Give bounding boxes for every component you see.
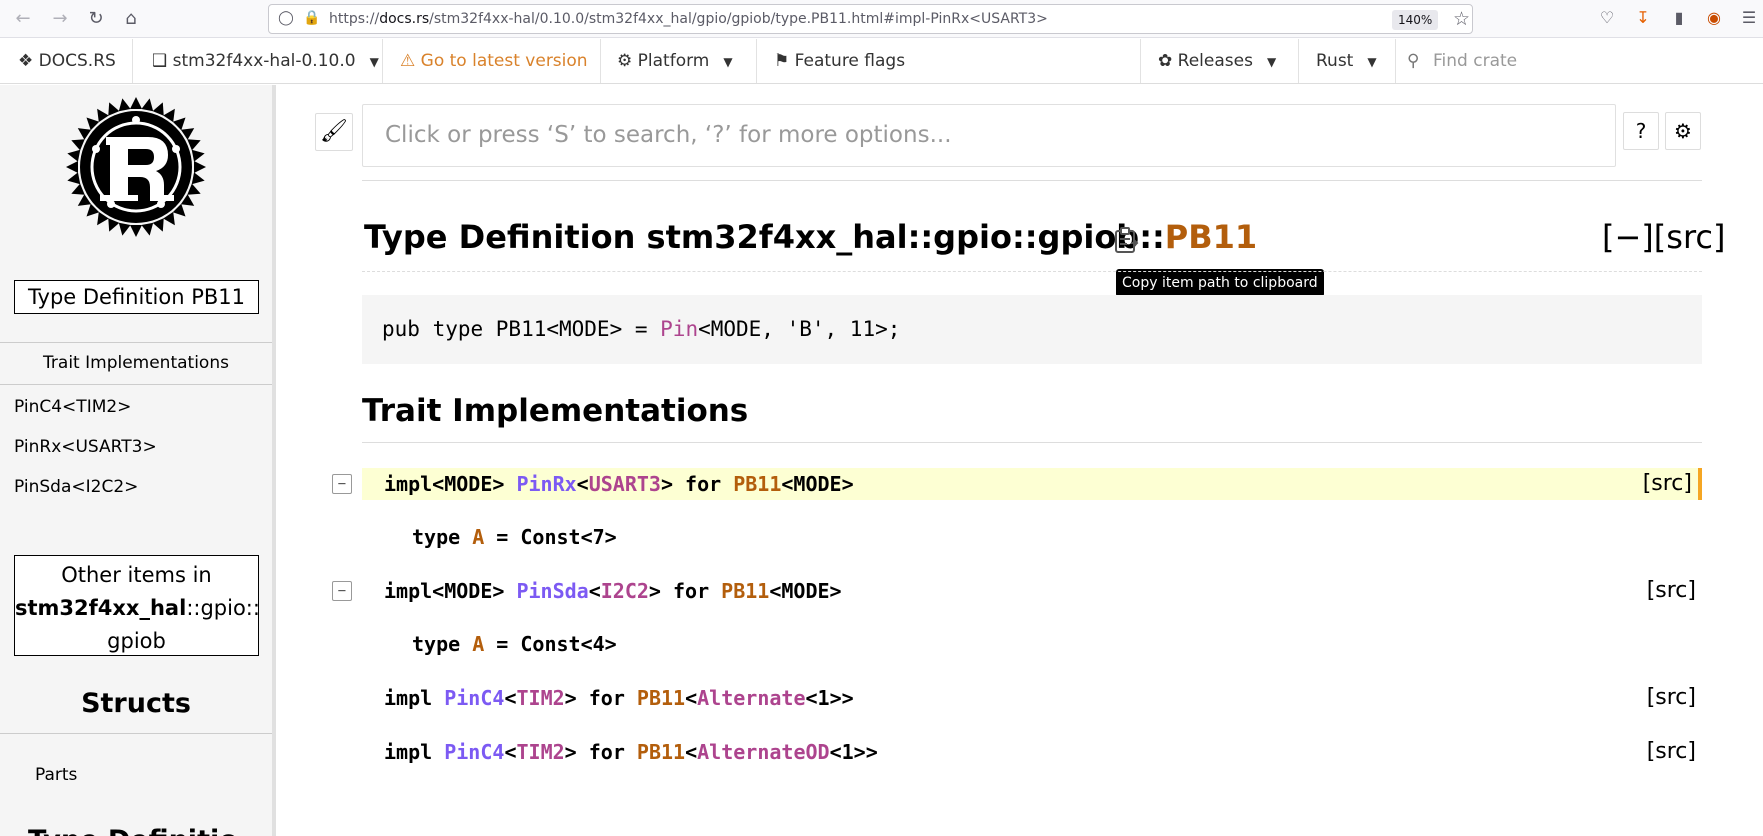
type-link[interactable]: PB11 xyxy=(637,686,685,710)
find-crate-input[interactable]: Find crate xyxy=(1433,39,1733,83)
browser-toolbar: ← → ↻ ⌂ ◯ 🔒 https://docs.rs/stm32f4xx-ha… xyxy=(0,0,1763,38)
src-link[interactable]: [src] xyxy=(1647,736,1696,768)
platform-menu[interactable]: ⚙ Platform ▼ xyxy=(617,39,733,83)
search-input[interactable]: Click or press ‘S’ to search, ‘?’ for mo… xyxy=(362,104,1616,167)
rust-logo-icon[interactable] xyxy=(66,97,206,237)
forward-arrow-icon[interactable]: → xyxy=(49,8,71,30)
sidebar: Type Definition PB11 Trait Implementatio… xyxy=(0,85,276,836)
url-text[interactable]: https://docs.rs/stm32f4xx-hal/0.10.0/stm… xyxy=(329,11,1048,27)
warning-icon: ⚠ xyxy=(400,51,421,71)
feature-flags-link[interactable]: ⚑ Feature flags xyxy=(774,39,905,83)
impl-row-pinsda: impl<MODE> PinSda<I2C2> for PB11<MODE> [… xyxy=(362,575,1702,607)
lock-icon[interactable]: 🔒 xyxy=(303,10,321,28)
theme-picker-brush-icon[interactable]: 🖌 xyxy=(315,113,353,151)
collapse-toggle[interactable]: − xyxy=(332,581,352,601)
struct-link[interactable]: TIM2 xyxy=(516,740,564,764)
zoom-level-badge[interactable]: 140% xyxy=(1392,10,1439,30)
sidebar-type-defs-heading[interactable]: Type Definitio xyxy=(28,825,238,836)
gears-icon: ⚙ xyxy=(617,51,638,71)
type-link[interactable]: PB11 xyxy=(733,472,781,496)
struct-link[interactable]: Alternate xyxy=(697,686,805,710)
type-link[interactable]: PB11 xyxy=(637,740,685,764)
trait-link[interactable]: PinC4 xyxy=(444,686,504,710)
pin-link[interactable]: Pin xyxy=(660,317,698,341)
cube-icon: ❑ xyxy=(152,51,173,71)
type-declaration: pub type PB11<MODE> = Pin<MODE, 'B', 11>… xyxy=(362,295,1702,364)
trait-link[interactable]: PinC4 xyxy=(444,740,504,764)
src-link[interactable]: [src] xyxy=(1643,468,1692,500)
library-icon[interactable]: ▮ xyxy=(1668,8,1690,27)
sidebar-item-pinrx[interactable]: PinRx<USART3> xyxy=(14,437,157,457)
assoc-type-row: type A = Const<4> xyxy=(412,632,617,656)
trait-implementations-heading[interactable]: Trait Implementations xyxy=(362,393,748,429)
sidebar-item-parts[interactable]: Parts xyxy=(35,765,77,785)
sidebar-structs-heading[interactable]: Structs xyxy=(0,688,272,719)
struct-link[interactable]: USART3 xyxy=(589,472,661,496)
type-link[interactable]: PB11 xyxy=(721,579,769,603)
module-path-last[interactable]: gpiob xyxy=(15,625,258,658)
sidebar-type-title[interactable]: Type Definition PB11 xyxy=(14,280,259,314)
reload-icon[interactable]: ↻ xyxy=(85,8,107,30)
sidebar-other-items: Other items in stm32f4xx_hal::gpio:: gpi… xyxy=(14,555,260,658)
copy-path-tooltip: Copy item path to clipboard xyxy=(1116,269,1324,297)
sidebar-item-pinsda[interactable]: PinSda<I2C2> xyxy=(14,477,138,497)
sidebar-item-pinc4[interactable]: PinC4<TIM2> xyxy=(14,397,131,417)
docs-rs-navbar: ❖ DOCS.RS ❑ stm32f4xx-hal-0.10.0 ▼ ⚠ Go t… xyxy=(0,39,1763,84)
trait-link[interactable]: PinRx xyxy=(516,472,576,496)
leaf-icon: ✿ xyxy=(1158,51,1178,71)
other-items-label: Other items in xyxy=(61,563,212,587)
src-link[interactable]: [src] xyxy=(1647,575,1696,607)
address-bar[interactable]: ◯ 🔒 https://docs.rs/stm32f4xx-hal/0.10.0… xyxy=(268,4,1473,34)
type-name-link[interactable]: PB11 xyxy=(1165,218,1257,256)
clipboard-icon[interactable] xyxy=(1113,226,1139,254)
assoc-type-link[interactable]: A xyxy=(472,632,484,656)
shield-icon[interactable]: ◯ xyxy=(277,10,295,28)
menu-icon[interactable]: ☰ xyxy=(1738,8,1760,27)
struct-link[interactable]: TIM2 xyxy=(516,686,564,710)
help-button[interactable]: ? xyxy=(1623,112,1659,150)
impl-row-pinc4-alternateod: impl PinC4<TIM2> for PB11<AlternateOD<1>… xyxy=(362,736,1702,768)
collapse-src-links[interactable]: [−][src] xyxy=(1602,218,1725,256)
assoc-type-link[interactable]: A xyxy=(472,525,484,549)
impl-row-pinrx: impl<MODE> PinRx<USART3> for PB11<MODE> … xyxy=(362,468,1702,500)
flag-icon: ⚑ xyxy=(774,51,795,71)
download-icon[interactable]: ↧ xyxy=(1632,8,1654,27)
docs-rs-home-link[interactable]: ❖ DOCS.RS xyxy=(18,39,116,83)
trait-link[interactable]: PinSda xyxy=(516,579,588,603)
cubes-icon: ❖ xyxy=(18,51,39,71)
assoc-type-row: type A = Const<7> xyxy=(412,525,617,549)
pocket-icon[interactable]: ♡ xyxy=(1596,8,1618,27)
search-icon: ⚲ xyxy=(1407,51,1420,71)
crate-menu[interactable]: ❑ stm32f4xx-hal-0.10.0 ▼ xyxy=(152,39,379,83)
bookmark-star-icon[interactable]: ☆ xyxy=(1453,8,1470,30)
back-arrow-icon[interactable]: ← xyxy=(12,8,34,30)
extension-icon[interactable]: ◉ xyxy=(1703,8,1725,27)
latest-version-link[interactable]: ⚠ Go to latest version xyxy=(400,39,588,83)
rust-menu[interactable]: Rust ▼ xyxy=(1316,39,1377,83)
module-path[interactable]: stm32f4xx_hal::gpio:: xyxy=(15,592,260,625)
collapse-toggle[interactable]: − xyxy=(332,474,352,494)
sidebar-trait-impl-heading[interactable]: Trait Implementations xyxy=(0,353,272,373)
home-icon[interactable]: ⌂ xyxy=(120,8,142,30)
settings-gear-icon[interactable]: ⚙ xyxy=(1665,112,1701,150)
struct-link[interactable]: AlternateOD xyxy=(697,740,829,764)
src-link[interactable]: [src] xyxy=(1647,682,1696,714)
impl-row-pinc4-alternate: impl PinC4<TIM2> for PB11<Alternate<1>> … xyxy=(362,682,1702,714)
struct-link[interactable]: I2C2 xyxy=(601,579,649,603)
releases-menu[interactable]: ✿ Releases ▼ xyxy=(1158,39,1276,83)
